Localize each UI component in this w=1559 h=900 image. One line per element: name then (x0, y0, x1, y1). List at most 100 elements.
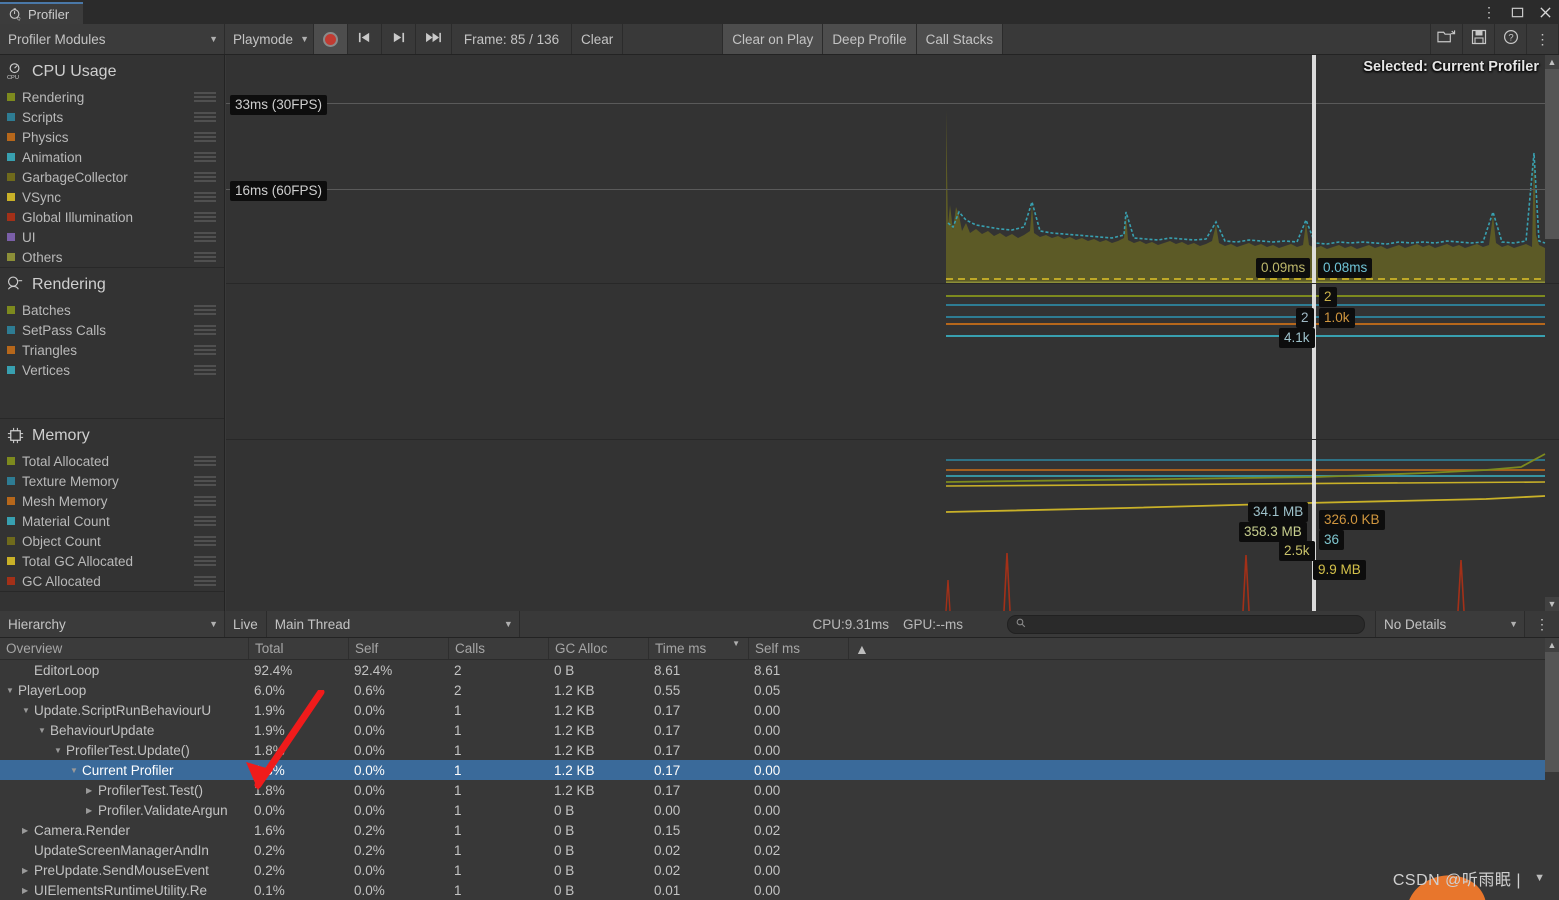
rendering-chart[interactable]: 2 2 1.0k 4.1k (226, 284, 1559, 440)
counter-chart-toggle-icon[interactable] (194, 212, 216, 222)
expand-toggle-icon[interactable]: ▼ (38, 726, 46, 735)
counter-chart-toggle-icon[interactable] (194, 132, 216, 142)
charts-scroll-down-button[interactable]: ▼ (1545, 597, 1559, 611)
counter-vsync[interactable]: VSync (0, 187, 224, 207)
table-row[interactable]: ▼ Update.ScriptRunBehaviourU 1.9% 0.0% 1 1.2 … (0, 700, 1559, 720)
prev-frame-button[interactable] (348, 24, 382, 54)
table-row[interactable]: ▶ UIElementsRuntimeUtility.Re 0.1% 0.0% 1 0 B… (0, 880, 1559, 900)
table-row[interactable]: ▼ ProfilerTest.Update() 1.8% 0.0% 1 1.2 KB 0.1… (0, 740, 1559, 760)
table-row[interactable]: ▼ BehaviourUpdate 1.9% 0.0% 1 1.2 KB 0.17 0.00 (0, 720, 1559, 740)
counter-setpass-calls[interactable]: SetPass Calls (0, 320, 224, 340)
counter-material-count[interactable]: Material Count (0, 511, 224, 531)
table-row[interactable]: ▼ Current Profiler 1.8% 0.0% 1 1.2 KB 0.17 0.00 (0, 760, 1559, 780)
table-scroll-up-button[interactable]: ▲ (1545, 638, 1559, 652)
row-name-cell[interactable]: ▶EditorLoop (0, 663, 248, 678)
expand-toggle-icon[interactable]: ▼ (22, 706, 30, 715)
counter-global-illumination[interactable]: Global Illumination (0, 207, 224, 227)
counter-chart-toggle-icon[interactable] (194, 92, 216, 102)
memory-chart[interactable]: 34.1 MB 326.0 KB 358.3 MB 36 2.5k 9.9 MB… (226, 440, 1559, 611)
counter-chart-toggle-icon[interactable] (194, 305, 216, 315)
row-name-cell[interactable]: ▶ Profiler.ValidateArgun (0, 803, 248, 818)
counter-chart-toggle-icon[interactable] (194, 192, 216, 202)
counter-chart-toggle-icon[interactable] (194, 112, 216, 122)
module-header-memory[interactable]: Memory (0, 419, 224, 451)
details-dropdown[interactable]: No Details ▼ (1375, 611, 1525, 637)
counter-total-allocated[interactable]: Total Allocated (0, 451, 224, 471)
row-name-cell[interactable]: ▶ PreUpdate.SendMouseEvent (0, 863, 248, 878)
counter-total-gc-allocated[interactable]: Total GC Allocated (0, 551, 224, 571)
counter-chart-toggle-icon[interactable] (194, 172, 216, 182)
counter-chart-toggle-icon[interactable] (194, 536, 216, 546)
expand-toggle-icon[interactable]: ▶ (22, 826, 30, 835)
live-toggle-button[interactable]: Live (225, 611, 267, 637)
module-section-memory[interactable]: Memory Total Allocated Texture Memory Mesh … (0, 419, 224, 592)
row-name-cell[interactable]: ▼ PlayerLoop (0, 683, 248, 698)
module-section-cpu-usage[interactable]: CPU CPU Usage Rendering Scripts Physics Anima… (0, 55, 224, 268)
profiler-modules-dropdown[interactable]: Profiler Modules ▼ (0, 24, 225, 54)
row-name-cell[interactable]: ▼ ProfilerTest.Update() (0, 743, 248, 758)
module-list-panel[interactable]: CPU CPU Usage Rendering Scripts Physics Anima… (0, 55, 225, 611)
call-stacks-button[interactable]: Call Stacks (916, 24, 1004, 54)
counter-chart-toggle-icon[interactable] (194, 456, 216, 466)
expand-toggle-icon[interactable]: ▼ (54, 746, 62, 755)
counter-chart-toggle-icon[interactable] (194, 556, 216, 566)
counter-physics[interactable]: Physics (0, 127, 224, 147)
counter-garbagecollector[interactable]: GarbageCollector (0, 167, 224, 187)
expand-toggle-icon[interactable]: ▶ (22, 866, 30, 875)
expand-toggle-icon[interactable]: ▼ (70, 766, 78, 775)
counter-chart-toggle-icon[interactable] (194, 345, 216, 355)
column-header-time-ms[interactable]: Time ms ▼ (648, 638, 748, 659)
column-header-calls[interactable]: Calls (448, 638, 548, 659)
counter-chart-toggle-icon[interactable] (194, 516, 216, 526)
frame-playhead[interactable] (1312, 55, 1316, 283)
counter-chart-toggle-icon[interactable] (194, 365, 216, 375)
help-button[interactable]: ? (1495, 24, 1527, 54)
hierarchy-view-dropdown[interactable]: Hierarchy ▼ (0, 611, 225, 637)
row-name-cell[interactable]: ▶UpdateScreenManagerAndIn (0, 843, 248, 858)
clear-on-play-button[interactable]: Clear on Play (723, 24, 824, 54)
frame-playhead-memory[interactable] (1312, 440, 1316, 611)
hierarchy-menu-button[interactable]: ⋮ (1525, 611, 1559, 637)
charts-scroll-up-button[interactable]: ▲ (1545, 55, 1559, 69)
table-row[interactable]: ▶ PreUpdate.SendMouseEvent 0.2% 0.0% 1 0 B 0.0… (0, 860, 1559, 880)
counter-chart-toggle-icon[interactable] (194, 496, 216, 506)
save-profile-button[interactable] (1463, 24, 1495, 54)
table-scrollbar-thumb[interactable] (1545, 652, 1559, 772)
row-name-cell[interactable]: ▶ Camera.Render (0, 823, 248, 838)
module-header-rendering[interactable]: Rendering (0, 268, 224, 300)
column-header-self-ms[interactable]: Self ms (748, 638, 848, 659)
record-button[interactable] (314, 24, 348, 54)
row-name-cell[interactable]: ▼ Current Profiler (0, 763, 248, 778)
table-row[interactable]: ▼ PlayerLoop 6.0% 0.6% 2 1.2 KB 0.55 0.05 (0, 680, 1559, 700)
counter-object-count[interactable]: Object Count (0, 531, 224, 551)
column-header-[interactable]: ▲ (848, 638, 878, 659)
row-name-cell[interactable]: ▶ ProfilerTest.Test() (0, 783, 248, 798)
row-name-cell[interactable]: ▶ UIElementsRuntimeUtility.Re (0, 883, 248, 898)
counter-triangles[interactable]: Triangles (0, 340, 224, 360)
counter-ui[interactable]: UI (0, 227, 224, 247)
expand-toggle-icon[interactable]: ▶ (86, 786, 94, 795)
deep-profile-button[interactable]: Deep Profile (823, 24, 917, 54)
row-name-cell[interactable]: ▼ Update.ScriptRunBehaviourU (0, 703, 248, 718)
module-section-rendering[interactable]: Rendering Batches SetPass Calls Triangles Ve… (0, 268, 224, 419)
column-header-total[interactable]: Total (248, 638, 348, 659)
counter-animation[interactable]: Animation (0, 147, 224, 167)
charts-scrollbar-thumb[interactable] (1545, 69, 1559, 239)
counter-others[interactable]: Others (0, 247, 224, 267)
counter-chart-toggle-icon[interactable] (194, 476, 216, 486)
sort-direction-icon[interactable]: ▲ (855, 641, 869, 657)
toolbar-menu-button[interactable]: ⋮ (1527, 24, 1559, 54)
expand-toggle-icon[interactable]: ▶ (86, 806, 94, 815)
counter-chart-toggle-icon[interactable] (194, 325, 216, 335)
thread-dropdown[interactable]: Main Thread ▼ (266, 611, 520, 637)
module-header-cpu-usage[interactable]: CPU CPU Usage (0, 55, 224, 87)
close-icon[interactable] (1537, 2, 1553, 22)
clear-button[interactable]: Clear (572, 24, 624, 54)
last-frame-button[interactable] (416, 24, 452, 54)
column-header-overview[interactable]: Overview (0, 638, 248, 659)
search-box[interactable] (1007, 614, 1365, 634)
load-profile-button[interactable] (1431, 24, 1463, 54)
expand-toggle-icon[interactable]: ▶ (22, 886, 30, 895)
table-row[interactable]: ▶EditorLoop 92.4% 92.4% 2 0 B 8.61 8.61 (0, 660, 1559, 680)
row-name-cell[interactable]: ▼ BehaviourUpdate (0, 723, 248, 738)
